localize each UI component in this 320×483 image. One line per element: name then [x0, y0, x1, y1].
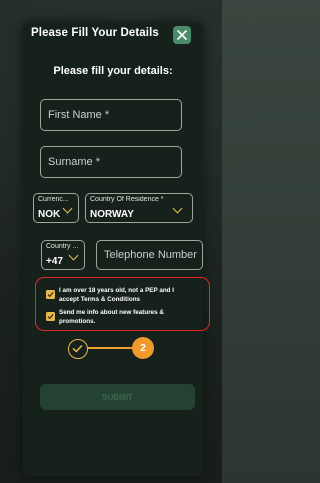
submit-button[interactable]: SUBMIT — [40, 384, 195, 410]
country-of-residence-select[interactable]: Country Of Residence * NORWAY — [85, 193, 193, 223]
modal-header: Please Fill Your Details — [23, 22, 203, 48]
first-name-placeholder: First Name * — [48, 109, 110, 121]
step-connector — [88, 347, 132, 349]
check-icon — [72, 345, 83, 353]
details-modal: Please Fill Your Details Please fill you… — [23, 22, 210, 476]
chevron-down-icon — [62, 203, 73, 214]
surname-field[interactable]: Surname * — [40, 146, 182, 178]
check-icon — [47, 292, 54, 298]
promotions-label: Send me info about new features & promot… — [59, 309, 164, 325]
currency-label: Currenc... — [38, 196, 69, 203]
country-of-residence-value: NORWAY — [90, 209, 134, 220]
surname-placeholder: Surname * — [48, 156, 100, 168]
close-button[interactable] — [173, 26, 191, 44]
telephone-field[interactable]: Telephone Number — [96, 240, 203, 270]
modal-title: Please Fill Your Details — [31, 27, 159, 39]
step-check-circle — [68, 339, 88, 359]
terms-checkbox[interactable] — [46, 290, 55, 299]
chevron-down-icon — [68, 250, 79, 261]
country-code-select[interactable]: Country ... +47 — [41, 240, 85, 270]
country-of-residence-label: Country Of Residence * — [90, 196, 164, 203]
currency-value: NOK — [38, 209, 61, 220]
currency-select[interactable]: Currenc... NOK — [33, 193, 79, 223]
promotions-checkbox[interactable] — [46, 312, 55, 321]
close-icon — [177, 30, 187, 40]
form-subtitle: Please fill your details: — [53, 65, 173, 77]
check-icon — [47, 314, 54, 320]
step-number-badge: 2 — [132, 337, 154, 359]
chevron-down-icon — [172, 203, 183, 214]
country-code-label: Country ... — [46, 243, 79, 250]
country-code-value: +47 — [46, 256, 63, 267]
telephone-placeholder: Telephone Number — [104, 249, 197, 261]
terms-label: I am over 18 years old, not a PEP and I … — [59, 287, 175, 303]
first-name-field[interactable]: First Name * — [40, 99, 182, 131]
